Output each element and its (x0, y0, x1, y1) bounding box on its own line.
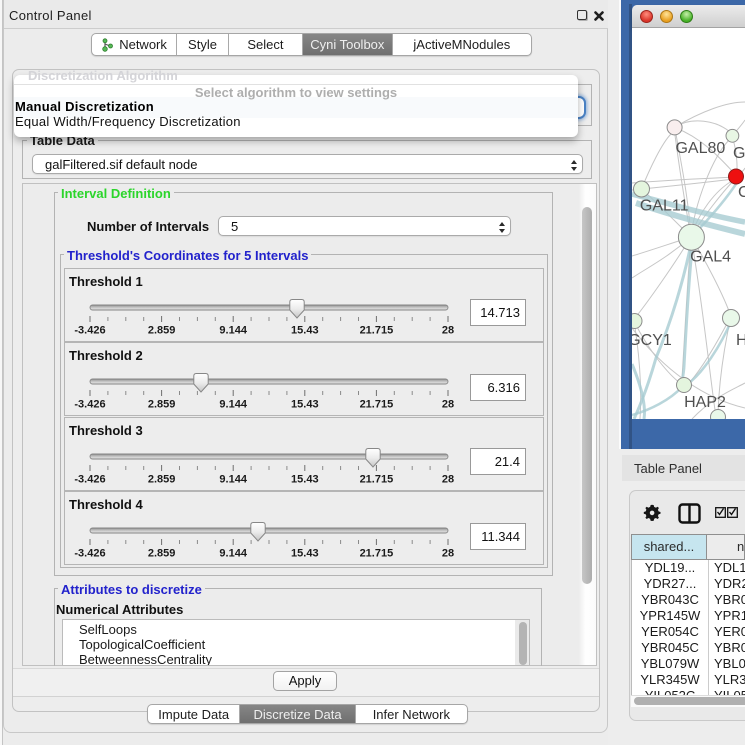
svg-text:GAL4: GAL4 (690, 249, 731, 266)
svg-text:GAL11: GAL11 (640, 198, 689, 215)
svg-text:C: C (738, 184, 745, 201)
svg-text:GA: GA (733, 145, 745, 162)
svg-text:GAL80: GAL80 (675, 140, 725, 157)
svg-text:HAP2: HAP2 (684, 394, 726, 411)
svg-text:HI: HI (736, 332, 745, 349)
svg-text:GCY1: GCY1 (632, 332, 672, 349)
